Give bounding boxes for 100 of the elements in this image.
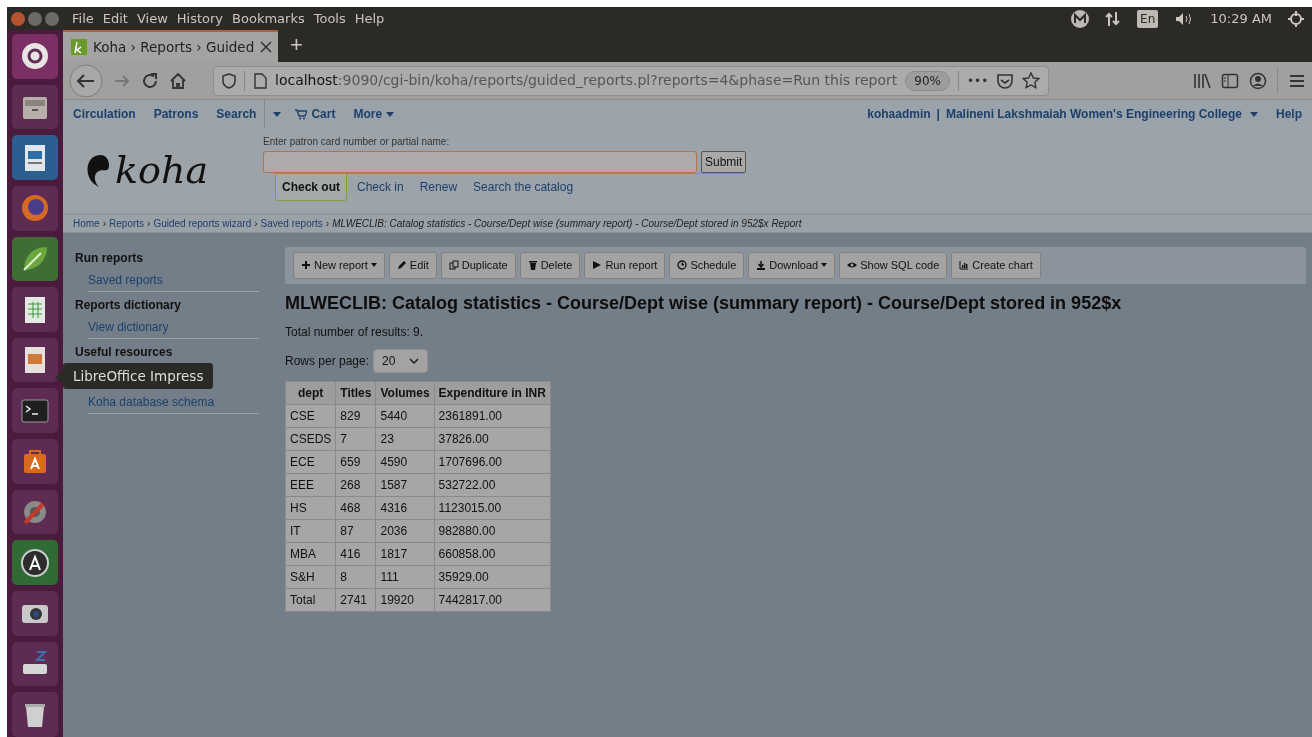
circulation-tab[interactable]: Check out [275, 174, 347, 201]
mail-icon[interactable] [1071, 9, 1090, 28]
patron-card-field[interactable] [263, 151, 697, 173]
table-cell: MBA [285, 542, 336, 565]
shield-icon[interactable] [222, 72, 236, 89]
sidebar-heading: Reports dictionary [75, 297, 183, 314]
nav-separator: | [936, 106, 940, 123]
toolbar-button[interactable]: Show SQL code [839, 252, 948, 279]
sidebar-heading: Run reports [75, 250, 144, 267]
result-count: Total number of results: 9. [285, 323, 425, 341]
caret-icon [1250, 111, 1258, 117]
koha-logo[interactable]: koha [83, 142, 233, 199]
table-cell: ECE [285, 450, 336, 473]
breadcrumb-link[interactable]: Reports [109, 216, 145, 231]
menu-item[interactable]: Edit [102, 8, 128, 29]
close-button[interactable] [11, 11, 25, 26]
submit-button[interactable]: Submit [701, 151, 747, 173]
bar-chart-icon [959, 260, 970, 271]
menu-item[interactable]: File [72, 8, 94, 29]
breadcrumb-separator: › [325, 217, 330, 231]
tooltip-pointer [55, 371, 63, 384]
library-icon[interactable] [1193, 71, 1211, 90]
browser-tab[interactable]: Koha › Reports › Guided [63, 30, 278, 62]
help-link[interactable]: Help [1276, 105, 1302, 123]
toolbar-button[interactable]: Schedule [669, 252, 745, 279]
breadcrumb-link[interactable]: Guided reports wizard [153, 216, 252, 231]
breadcrumb-current: MLWECLIB: Catalog statistics - Course/Dept wise (summary report) - Course/Dept stored in 952$x Report [332, 217, 802, 231]
network-icon[interactable] [1105, 10, 1122, 27]
zoom-level-button[interactable]: 90% [905, 70, 950, 91]
table-cell: 7442817.00 [434, 588, 551, 611]
library-dropdown[interactable]: Malineni Lakshmaiah Women's Engineering College [945, 105, 1258, 123]
breadcrumb-link[interactable]: Home [73, 216, 100, 231]
keyboard-layout-indicator[interactable]: En [1137, 9, 1159, 28]
bookmark-star-icon[interactable] [1022, 71, 1041, 90]
account-icon[interactable] [1249, 71, 1267, 90]
table-cell: IT [285, 519, 336, 542]
toolbar-button[interactable]: Delete [519, 252, 581, 279]
table-cell: 660858.00 [434, 542, 551, 565]
back-icon[interactable] [69, 63, 103, 98]
pencil-icon [396, 260, 407, 271]
nav-link[interactable]: Cart [295, 105, 336, 123]
nav-link[interactable]: Search [216, 105, 257, 123]
address-bar[interactable]: localhost:9090/cgi-bin/koha/reports/guided_reports.pl?reports=4&phase=Run this report 90% ••• [213, 65, 1050, 96]
table-cell: CSE [285, 404, 336, 427]
column-header: Expenditure in INR [434, 381, 551, 404]
update-icon[interactable] [19, 546, 51, 579]
caret-icon [273, 111, 282, 117]
field-label: Enter patron card number or partial name: [263, 135, 451, 149]
menu-item[interactable]: Tools [313, 8, 346, 29]
close-icon[interactable] [260, 41, 273, 53]
maximize-button[interactable] [45, 11, 59, 26]
tab-title: Koha › Reports › Guided [93, 37, 255, 57]
toolbar-button[interactable]: Download [748, 252, 836, 279]
nav-link[interactable]: Patrons [153, 105, 199, 123]
table-cell: 1123015.00 [434, 496, 551, 519]
copy-icon [448, 260, 459, 271]
page-favicon-icon [71, 39, 87, 55]
toolbar-button[interactable]: New report [293, 252, 385, 279]
nav-link[interactable]: Circulation [73, 105, 136, 123]
table-cell: 982880.00 [434, 519, 551, 542]
home-icon[interactable] [169, 71, 187, 90]
menu-item[interactable]: History [176, 8, 224, 29]
table-cell: S&H [285, 565, 336, 588]
minimize-button[interactable] [28, 11, 42, 26]
play-icon [592, 260, 603, 271]
menu-item[interactable]: Bookmarks [232, 8, 305, 29]
table-cell: 37826.00 [434, 427, 551, 450]
cart-icon [295, 108, 308, 120]
circulation-tab[interactable]: Renew [413, 174, 464, 200]
table-cell: 532722.00 [434, 473, 551, 496]
reload-icon[interactable] [141, 71, 159, 90]
toolbar-button[interactable]: Edit [388, 252, 437, 279]
pocket-icon[interactable] [996, 71, 1015, 90]
nav-link[interactable]: More [353, 105, 395, 123]
table-cell: Total [285, 588, 336, 611]
page-icon [253, 72, 267, 89]
rows-per-page-select[interactable]: 20 [373, 348, 429, 373]
table-cell: 1707696.00 [434, 450, 551, 473]
menu-item[interactable]: Help [354, 8, 385, 29]
user-link[interactable]: kohaadmin [867, 105, 931, 123]
page-actions-button[interactable]: ••• [966, 71, 989, 90]
clock[interactable]: 10:29 AM [1210, 8, 1272, 29]
breadcrumb-separator: › [102, 217, 107, 231]
circulation-tab[interactable]: Check in [351, 174, 410, 200]
breadcrumb-link[interactable]: Saved reports [260, 216, 323, 231]
sidebar-icon[interactable] [1221, 71, 1239, 90]
circulation-tab[interactable]: Search the catalog [467, 174, 580, 200]
caret-icon [386, 111, 395, 117]
clock-icon [677, 260, 688, 271]
toolbar-button[interactable]: Run report [584, 252, 666, 279]
new-tab-button[interactable]: + [278, 30, 315, 62]
column-header: Titles [335, 381, 376, 404]
menu-item[interactable]: View [136, 8, 168, 29]
table-cell: HS [285, 496, 336, 519]
toolbar-button[interactable]: Duplicate [440, 252, 516, 279]
toolbar-button[interactable]: Create chart [951, 252, 1041, 279]
table-cell: 2361891.00 [434, 404, 551, 427]
launcher-tooltip: LibreOffice Impress [63, 363, 214, 390]
breadcrumb-separator: › [147, 217, 151, 231]
breadcrumb-separator: › [254, 217, 258, 231]
